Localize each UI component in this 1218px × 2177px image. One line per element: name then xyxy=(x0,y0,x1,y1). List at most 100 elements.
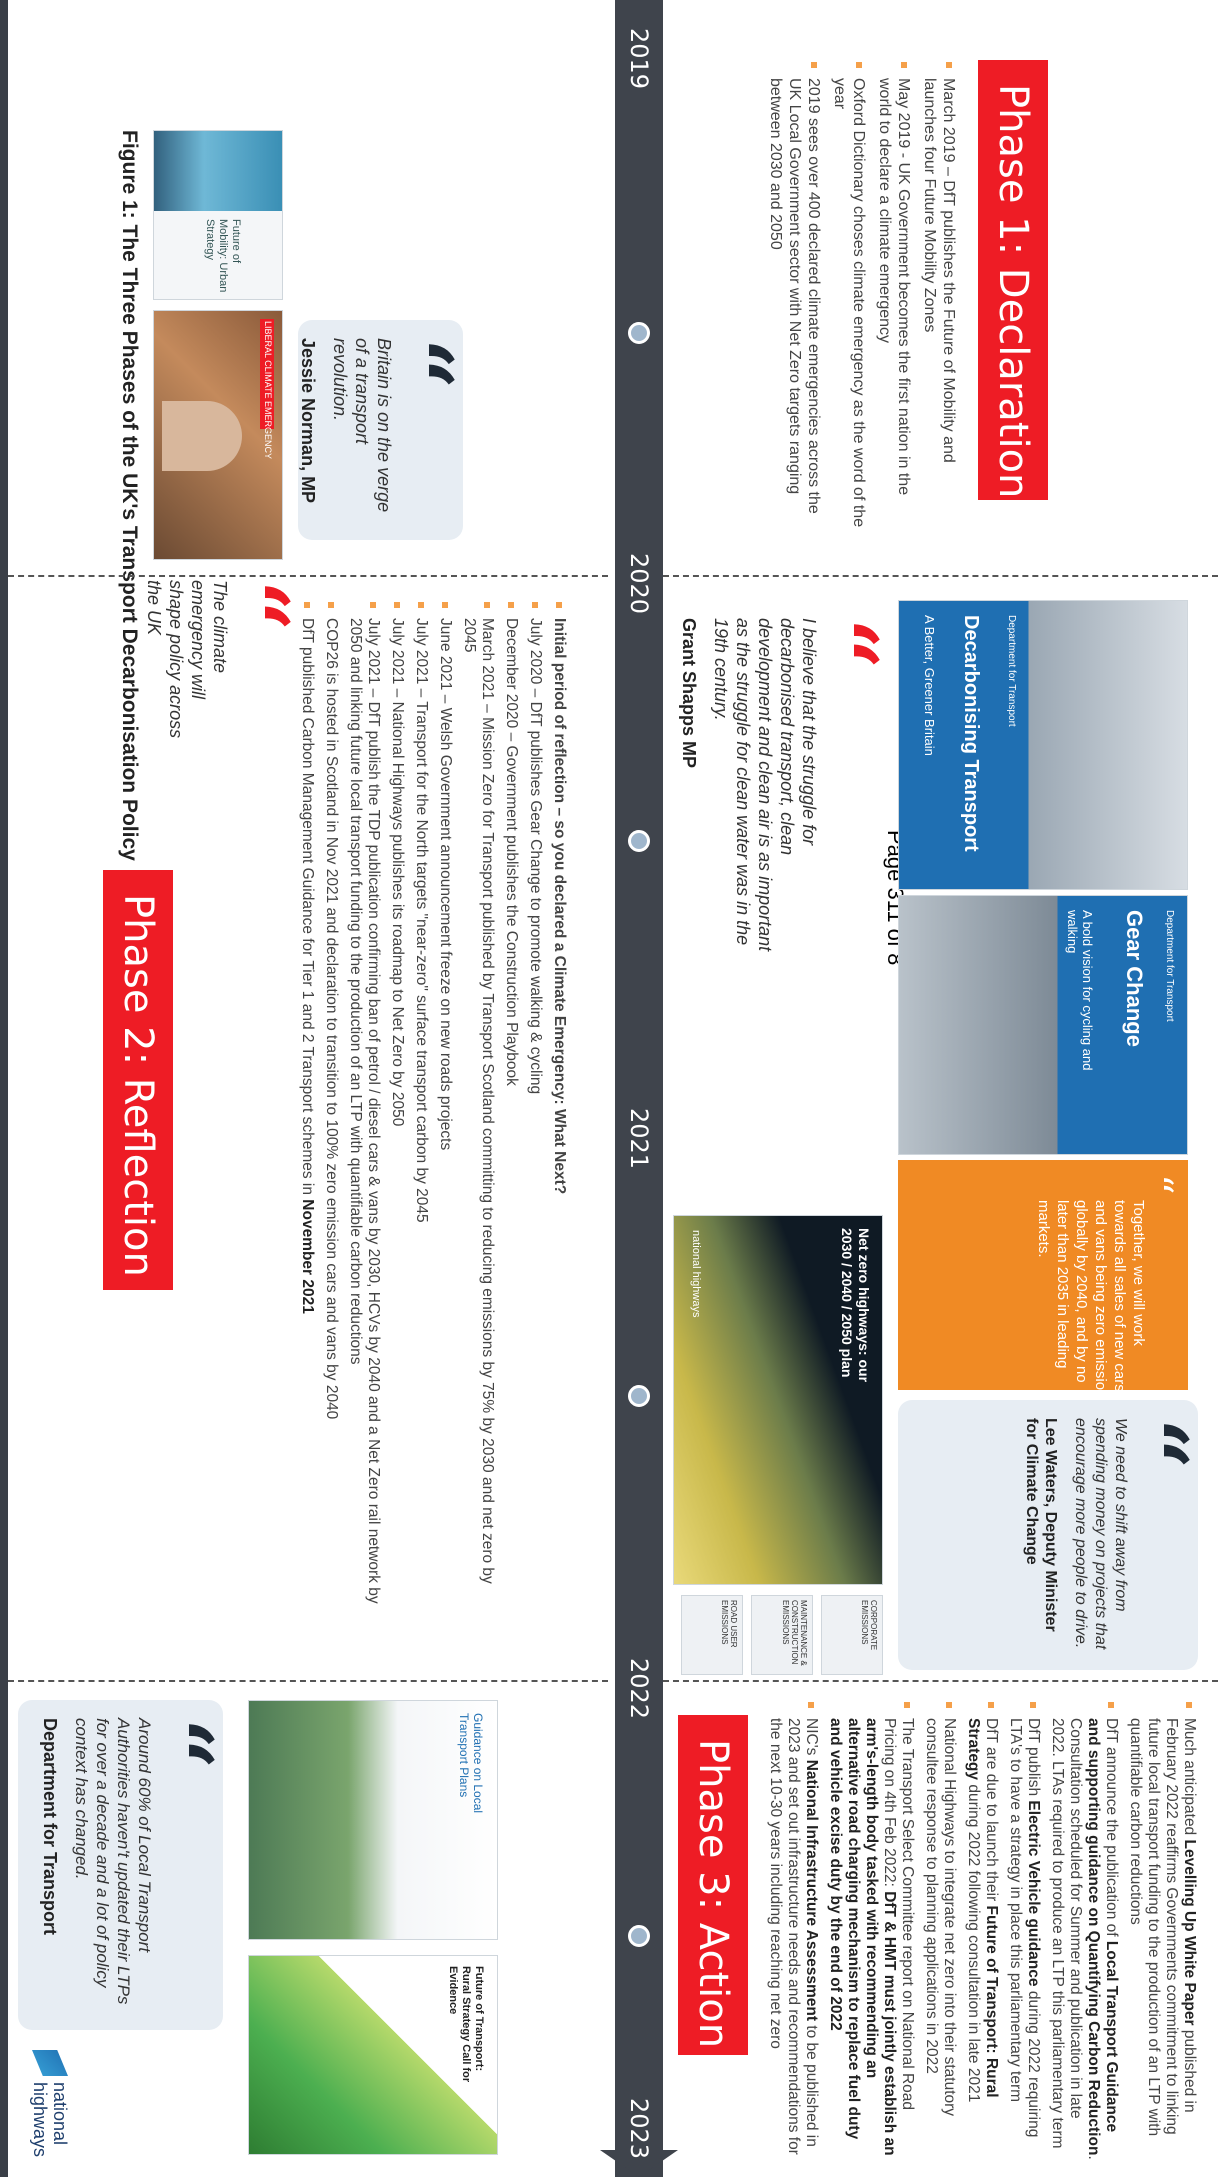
gear-change-doc: Department for Transport Gear Change A b… xyxy=(898,895,1188,1155)
list-item: DfT publish Electric Vehicle guidance du… xyxy=(1006,1700,1042,2160)
bullet-text: National Highways to integrate net zero … xyxy=(923,1718,958,2117)
levelling-up-doc xyxy=(607,1955,608,2155)
quote-mark-icon: “ xyxy=(791,618,897,670)
doc-title: Decarbonising Transport xyxy=(960,615,982,852)
bullet-text: Much anticipated xyxy=(1181,1718,1198,1840)
year-2020: 2020 xyxy=(620,545,658,623)
cop26-quote-box: “ Together, we will work towards all sal… xyxy=(898,1160,1188,1390)
quote-mark-icon: “ xyxy=(1134,1174,1180,1195)
bullet-text: DfT published Carbon Management Guidance… xyxy=(299,618,316,1200)
logo-text: national highways xyxy=(30,2082,70,2158)
quote-author: Grant Shapps MP xyxy=(679,618,699,769)
top-border xyxy=(0,0,8,2177)
list-item: July 2021 – DfT publish the TDP publicat… xyxy=(346,600,382,1620)
list-item: July 2021 – National Highways publishes … xyxy=(388,600,406,1620)
list-item: Much anticipated Levelling Up White Pape… xyxy=(1126,1700,1198,2160)
quote-mark-icon: “ xyxy=(126,1718,232,1770)
timeline-marker xyxy=(628,1925,650,1947)
list-item: July 2020 – DfT publishes Gear Change to… xyxy=(526,600,544,1620)
net-zero-highways-photo: Net zero highways: our 2030 / 2040 / 205… xyxy=(673,1215,883,1585)
quote-text: The climate emergency will shape policy … xyxy=(144,580,230,739)
rural-strategy-doc: Future of Transport: Rural Strategy Call… xyxy=(248,1955,498,2155)
thumbnail: ROAD USER EMISSIONS xyxy=(681,1595,743,1675)
phase3-label: Phase 3: Action xyxy=(678,1715,748,2055)
list-item: The Transport Select Committee report on… xyxy=(826,1700,916,2160)
doc-org: Department for Transport xyxy=(1006,615,1017,727)
bullet-bold: November 2021 xyxy=(299,1199,316,1314)
list-item: DfT announce the publication of Local Tr… xyxy=(1048,1700,1120,2160)
future-of-mobility-title: Future of Mobility: Urban Strategy xyxy=(204,219,242,293)
list-item: May 2019 - UK Government becomes the fir… xyxy=(875,60,913,530)
climate-emergency-photo: LIBERAL CLIMATE EMERGENCY xyxy=(153,310,283,560)
list-item: DfT are due to launch their Future of Tr… xyxy=(964,1700,1000,2160)
quote-author: Jessie Norman, MP xyxy=(298,338,318,504)
list-item: July 2021 – Transport for the North targ… xyxy=(412,600,430,1620)
national-highways-logo: national highways xyxy=(18,2050,78,2170)
list-item: Oxford Dictionary choses climate emergen… xyxy=(830,60,868,530)
list-item: December 2020 – Government publishes the… xyxy=(502,600,520,1620)
year-2022: 2022 xyxy=(620,1650,658,1728)
doc-subtitle: A Better, Greener Britain xyxy=(922,615,937,756)
doc-org: Department for Transport xyxy=(1164,910,1175,1022)
doc-subtitle: A bold vision for cycling and walking xyxy=(1065,910,1095,1071)
divider xyxy=(663,575,1218,577)
quote-text: Around 60% of Local Transport Authoritie… xyxy=(72,1718,154,2005)
quote-box-dft: “ Around 60% of Local Transport Authorit… xyxy=(18,1700,232,2030)
decarbonising-transport-doc: Department for Transport Decarbonising T… xyxy=(898,600,1188,890)
future-of-mobility-doc: Future of Mobility: Urban Strategy xyxy=(153,130,283,300)
list-item: 2019 sees over 400 declared climate emer… xyxy=(766,60,823,530)
bullet-bold: Levelling Up White Paper xyxy=(1181,1839,1198,2026)
divider xyxy=(8,575,608,577)
divider xyxy=(8,1680,608,1682)
list-item: National Highways to integrate net zero … xyxy=(922,1700,958,2160)
brand-text: national highways xyxy=(690,1230,702,1318)
year-2019: 2019 xyxy=(620,20,658,98)
infographic-canvas: Figure 1: The Three Phases of the UK's T… xyxy=(0,0,1218,2177)
year-2023: 2023 xyxy=(620,2090,658,2168)
doc-title: Gear Change xyxy=(1122,910,1147,1047)
highways-logo-icon xyxy=(32,2050,68,2076)
figure-title: Figure 1: The Three Phases of the UK's T… xyxy=(118,130,141,861)
ltp-guidance-doc: Guidance on Local Transport Plans xyxy=(248,1700,498,1940)
quote-author: Department for Transport xyxy=(40,1718,60,1936)
phase3-bullets: Much anticipated Levelling Up White Pape… xyxy=(760,1700,1198,2160)
thumbnail: CORPORATE EMISSIONS xyxy=(821,1595,883,1675)
list-item: March 2021 – Mission Zero for Transport … xyxy=(460,600,496,1620)
photo-caption: Net zero highways: our 2030 / 2040 / 205… xyxy=(839,1228,872,1383)
bullet-bold: Electric Vehicle guidance xyxy=(1025,1800,1042,1987)
year-2021: 2021 xyxy=(620,1100,658,1178)
quote-box-red: “ The climate emergency will shape polic… xyxy=(144,580,308,750)
emission-thumbnails: CORPORATE EMISSIONS MAINTENANCE & CONSTR… xyxy=(673,1595,883,1675)
quote-text: Together, we will work towards all sales… xyxy=(1035,1200,1147,1390)
thumbnail: MAINTENANCE & CONSTRUCTION EMISSIONS xyxy=(751,1595,813,1675)
doc-title: Future of Transport: Rural Strategy Call… xyxy=(447,1966,485,2083)
quote-text: Britain is on the verge of a transport r… xyxy=(330,338,394,513)
quote-mark-icon: “ xyxy=(202,580,308,632)
list-item: June 2021 – Welsh Government announcemen… xyxy=(436,600,454,1620)
quote-text: I believe that the struggle for decarbon… xyxy=(711,618,819,952)
bullet-text: NIC's xyxy=(803,1718,820,1760)
bullet-text: DfT are due to launch their xyxy=(983,1718,1000,1906)
photo-banner-text: LIBERAL CLIMATE EMERGENCY xyxy=(263,321,273,460)
bullet-bold: National Infrastructure Assessment xyxy=(803,1759,820,2022)
list-item: DfT published Carbon Management Guidance… xyxy=(298,600,316,1620)
divider xyxy=(663,1680,1218,1682)
quote-box-shapps: “ I believe that the struggle for decarb… xyxy=(678,600,897,970)
timeline-marker xyxy=(628,322,650,344)
phase1-bullets: March 2019 – DfT publishes the Future of… xyxy=(759,60,958,530)
list-item: March 2019 – DfT publishes the Future of… xyxy=(920,60,958,530)
doc-title: Guidance on Local Transport Plans xyxy=(457,1713,485,1814)
bullet-text: DfT announce the publication of xyxy=(1103,1718,1120,1941)
timeline-marker xyxy=(628,830,650,852)
phase2-label: Phase 2: Reflection xyxy=(103,870,173,1290)
list-item: Initial period of reflection – so you de… xyxy=(550,600,568,1620)
bullet-text: DfT publish xyxy=(1025,1718,1042,1801)
bullet-text: during 2022 following consultation in la… xyxy=(965,1780,982,2103)
quote-box-norman: “ Britain is on the verge of a transport… xyxy=(298,320,472,540)
list-item: COP26 is hosted in Scotland in Nov 2021 … xyxy=(322,600,340,1620)
timeline-marker xyxy=(628,1385,650,1407)
phase1-label: Phase 1: Declarations xyxy=(978,60,1048,519)
list-item: NIC's National Infrastructure Assessment… xyxy=(766,1700,820,2160)
quote-mark-icon: “ xyxy=(366,338,472,390)
phase2-bullets: Initial period of reflection – so you de… xyxy=(292,600,568,1620)
